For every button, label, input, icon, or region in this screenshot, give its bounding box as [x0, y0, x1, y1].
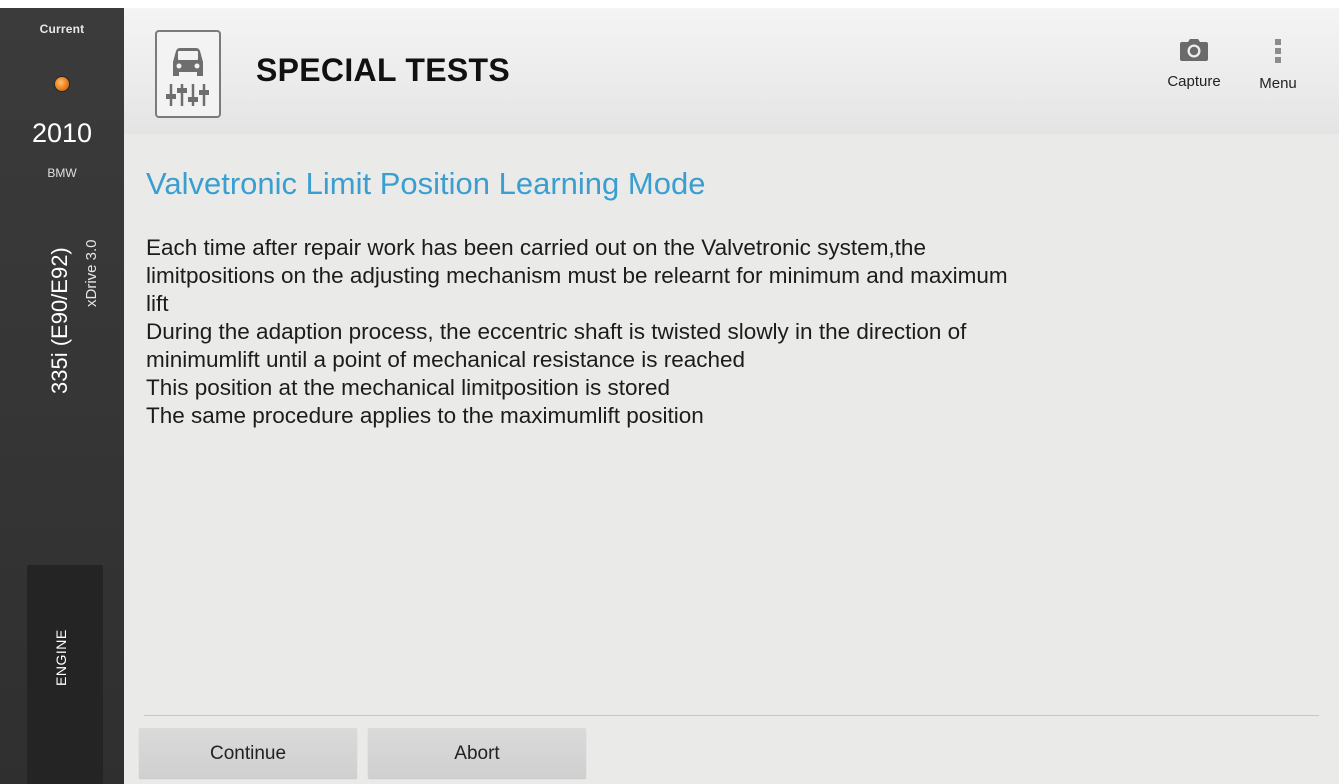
- vehicle-trim: xDrive 3.0: [83, 239, 100, 307]
- header-bar: SPECIAL TESTS Capture Menu: [124, 8, 1339, 134]
- vehicle-sidebar: Current 2010 BMW 335i (E90/E92) xDrive 3…: [0, 8, 124, 784]
- description-line: minimumlift until a point of mechanical …: [146, 347, 746, 372]
- menu-button[interactable]: Menu: [1248, 38, 1308, 92]
- abort-button[interactable]: Abort: [368, 728, 586, 778]
- system-tab-engine[interactable]: ENGINE: [27, 565, 103, 784]
- screen: Current 2010 BMW 335i (E90/E92) xDrive 3…: [0, 0, 1339, 784]
- capture-label: Capture: [1167, 73, 1221, 90]
- description-line: During the adaption process, the eccentr…: [146, 319, 967, 344]
- overflow-menu-icon: [1248, 38, 1308, 64]
- test-content: Valvetronic Limit Position Learning Mode…: [124, 134, 1339, 784]
- connection-status-icon: [55, 77, 69, 91]
- description-line: lift: [146, 291, 169, 316]
- description-line: The same procedure applies to the maximu…: [146, 403, 704, 428]
- page-title: SPECIAL TESTS: [256, 52, 511, 88]
- system-tab-label: ENGINE: [53, 629, 69, 686]
- camera-icon: [1156, 38, 1232, 62]
- test-title: Valvetronic Limit Position Learning Mode: [146, 166, 706, 201]
- description-line: limitpositions on the adjusting mechanis…: [146, 263, 1008, 288]
- vehicle-make: BMW: [47, 166, 77, 180]
- description-line: Each time after repair work has been car…: [146, 235, 926, 260]
- description-line: This position at the mechanical limitpos…: [146, 375, 670, 400]
- footer-divider: [144, 715, 1319, 716]
- vehicle-status-label: Current: [39, 22, 85, 36]
- capture-button[interactable]: Capture: [1156, 38, 1232, 90]
- menu-label: Menu: [1259, 75, 1297, 92]
- continue-button[interactable]: Continue: [139, 728, 357, 778]
- vehicle-year: 2010: [31, 118, 93, 148]
- vehicle-model: 335i (E90/E92): [47, 247, 72, 394]
- test-description: Each time after repair work has been car…: [146, 234, 1316, 430]
- car-diagnostics-icon: [155, 30, 221, 118]
